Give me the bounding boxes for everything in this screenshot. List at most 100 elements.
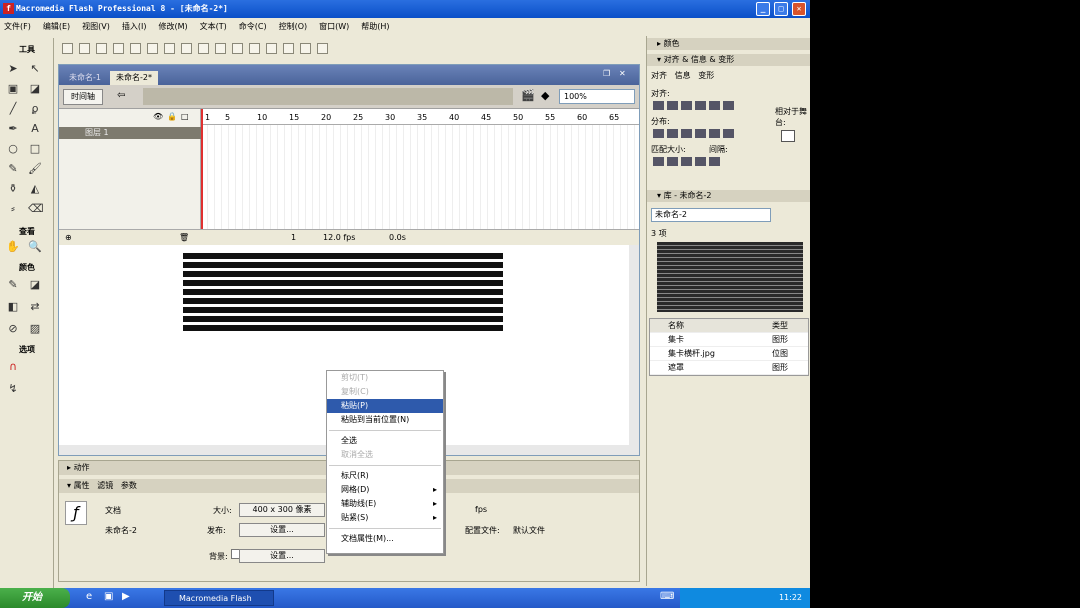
align-top-icon[interactable]: [695, 101, 706, 110]
eyedropper-tool-icon[interactable]: ⸗: [6, 202, 20, 215]
scale-icon[interactable]: [300, 42, 311, 54]
start-button[interactable]: 开始: [0, 588, 70, 608]
zoom-select[interactable]: 100%: [559, 89, 635, 104]
pen-tool-icon[interactable]: ✒: [6, 122, 20, 135]
publish-settings-button[interactable]: 设置...: [239, 523, 325, 537]
align-vcenter-icon[interactable]: [709, 101, 720, 110]
line-tool-icon[interactable]: ╱: [6, 102, 20, 115]
open-icon[interactable]: [79, 42, 90, 54]
smooth-option-icon[interactable]: ↯: [6, 382, 20, 395]
add-layer-icon[interactable]: ⊕: [65, 233, 72, 242]
menu-item-select-all[interactable]: 全选: [327, 434, 443, 448]
space-horizontal-icon[interactable]: [709, 157, 720, 166]
align-hcenter-icon[interactable]: [667, 101, 678, 110]
space-vertical-icon[interactable]: [695, 157, 706, 166]
subselect-tool-icon[interactable]: ↖: [28, 62, 42, 75]
col-type-header[interactable]: 类型: [772, 319, 788, 333]
straighten-icon[interactable]: [266, 42, 277, 54]
stroke-color-icon[interactable]: ✎: [6, 278, 20, 291]
settings-button[interactable]: 设置...: [239, 549, 325, 563]
align-icon[interactable]: [317, 42, 328, 54]
tab-properties[interactable]: 属性: [74, 481, 90, 490]
menu-view[interactable]: 视图(V): [82, 18, 110, 36]
snap-icon[interactable]: [232, 42, 243, 54]
tab-untitled-2[interactable]: 未命名-2*: [109, 71, 158, 85]
eye-icon[interactable]: 👁: [153, 112, 163, 121]
quicklaunch-media-icon[interactable]: ▶: [122, 591, 130, 602]
frame-grid[interactable]: [201, 125, 639, 229]
match-both-icon[interactable]: [681, 157, 692, 166]
quicklaunch-desktop-icon[interactable]: ▣: [104, 591, 113, 602]
text-tool-icon[interactable]: A: [28, 122, 42, 135]
outline-icon[interactable]: □: [181, 112, 189, 121]
smooth-icon[interactable]: [249, 42, 260, 54]
menu-edit[interactable]: 编辑(E): [43, 18, 70, 36]
new-icon[interactable]: [62, 42, 73, 54]
oval-tool-icon[interactable]: ○: [6, 142, 20, 155]
rotate-icon[interactable]: [283, 42, 294, 54]
redo-icon[interactable]: [215, 42, 226, 54]
timeline-toggle-button[interactable]: 时间轴: [63, 89, 103, 105]
tab-align[interactable]: 对齐: [651, 71, 667, 80]
zoom-tool-icon[interactable]: 🔍: [28, 240, 42, 253]
library-select[interactable]: 未命名-2: [651, 208, 771, 222]
match-height-icon[interactable]: [667, 157, 678, 166]
edit-scene-icon[interactable]: 🎬: [521, 89, 535, 102]
list-item[interactable]: 遮罩 图形: [650, 361, 808, 375]
restore-doc-icon[interactable]: ❐: [603, 69, 610, 78]
print-preview-icon[interactable]: [130, 42, 141, 54]
print-icon[interactable]: [113, 42, 124, 54]
distribute-left-icon[interactable]: [695, 129, 706, 138]
menu-window[interactable]: 窗口(W): [319, 18, 349, 36]
striped-graphic[interactable]: [183, 253, 503, 334]
menu-item-snapping[interactable]: 贴紧(S) ▸: [327, 511, 443, 525]
taskbar-flash-task[interactable]: Macromedia Flash: [164, 590, 274, 606]
maximize-button[interactable]: □: [774, 2, 788, 16]
pencil-tool-icon[interactable]: ✎: [6, 162, 20, 175]
hand-tool-icon[interactable]: ✋: [6, 240, 20, 253]
swatch-icon[interactable]: ▨: [28, 322, 42, 335]
back-arrow-icon[interactable]: ⇦: [117, 90, 125, 101]
paint-bucket-tool-icon[interactable]: ◭: [28, 182, 42, 195]
list-item[interactable]: 集卡 图形: [650, 333, 808, 347]
library-panel-header[interactable]: ▾ 库 - 未命名-2: [647, 190, 810, 202]
size-button[interactable]: 400 x 300 像素: [239, 503, 325, 517]
align-left-icon[interactable]: [653, 101, 664, 110]
edit-symbol-icon[interactable]: ◆: [541, 89, 549, 102]
eraser-tool-icon[interactable]: ⌫: [28, 202, 44, 215]
ink-bottle-tool-icon[interactable]: ⚱: [6, 182, 20, 195]
menu-help[interactable]: 帮助(H): [361, 18, 389, 36]
distribute-hcenter-icon[interactable]: [709, 129, 720, 138]
distribute-vcenter-icon[interactable]: [667, 129, 678, 138]
cut-icon[interactable]: [147, 42, 158, 54]
black-white-icon[interactable]: ◧: [6, 300, 20, 313]
undo-icon[interactable]: [198, 42, 209, 54]
menu-commands[interactable]: 命令(C): [239, 18, 267, 36]
fill-transform-tool-icon[interactable]: ◪: [28, 82, 42, 95]
distribute-top-icon[interactable]: [653, 129, 664, 138]
delete-layer-icon[interactable]: 🗑: [179, 233, 189, 242]
menu-item-paste[interactable]: 粘贴(P): [327, 399, 443, 413]
quicklaunch-ie-icon[interactable]: e: [86, 591, 92, 602]
align-panel-header[interactable]: ▾ 对齐 & 信息 & 变形: [647, 54, 810, 66]
swap-colors-icon[interactable]: ⇄: [28, 300, 42, 313]
language-bar-icon[interactable]: ⌨: [660, 591, 674, 602]
paste-icon[interactable]: [181, 42, 192, 54]
lasso-tool-icon[interactable]: ϼ: [28, 102, 42, 115]
menu-item-guides[interactable]: 辅助线(E) ▸: [327, 497, 443, 511]
distribute-right-icon[interactable]: [723, 129, 734, 138]
col-name-header[interactable]: 名称: [668, 321, 684, 330]
close-button[interactable]: ✕: [792, 2, 806, 16]
playhead[interactable]: [201, 109, 203, 229]
colors-panel-header[interactable]: ▸ 颜色: [647, 38, 810, 50]
menu-item-document-properties[interactable]: 文档属性(M)...: [327, 532, 443, 546]
align-right-icon[interactable]: [681, 101, 692, 110]
stage-vertical-scrollbar[interactable]: [629, 245, 639, 445]
list-item[interactable]: 集卡横杆.jpg 位图: [650, 347, 808, 361]
menu-item-paste-in-place[interactable]: 粘贴到当前位置(N): [327, 413, 443, 427]
tab-transform[interactable]: 变形: [698, 71, 714, 80]
menu-text[interactable]: 文本(T): [200, 18, 227, 36]
close-doc-icon[interactable]: ✕: [619, 69, 626, 78]
menu-control[interactable]: 控制(O): [279, 18, 308, 36]
rectangle-tool-icon[interactable]: □: [28, 142, 42, 155]
